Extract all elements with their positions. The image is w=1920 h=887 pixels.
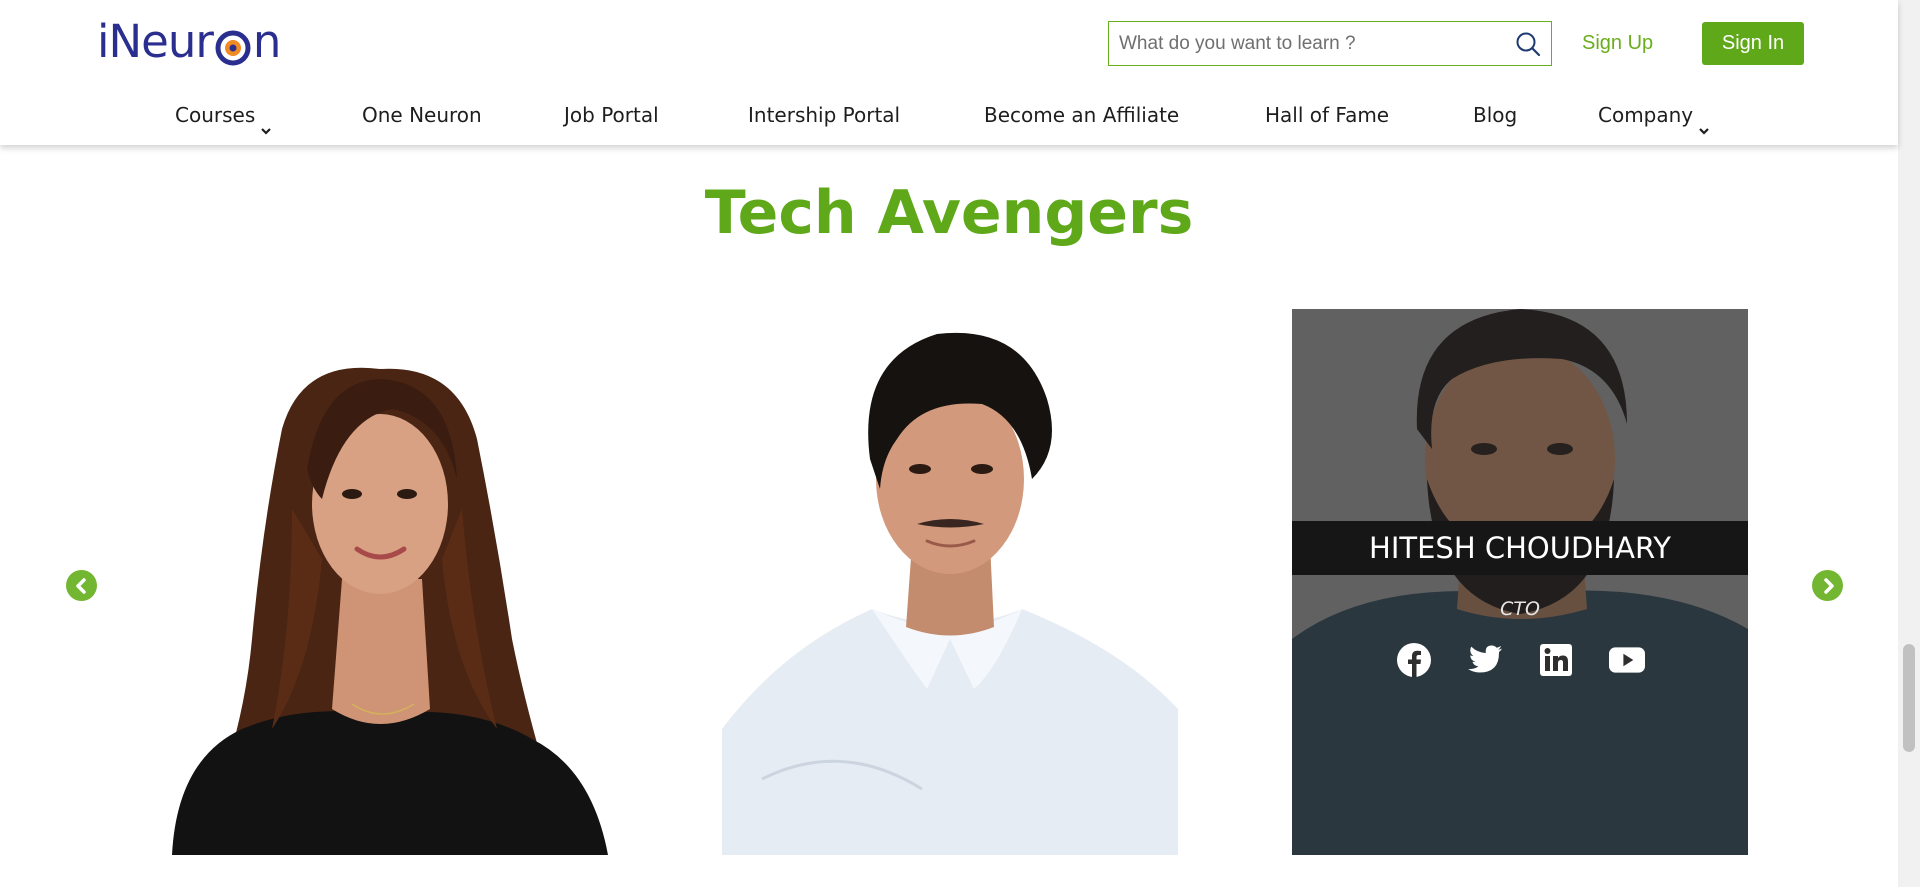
nav-item-become-affiliate[interactable]: Become an Affiliate: [984, 96, 1179, 134]
carousel-next-button[interactable]: [1812, 570, 1843, 601]
facebook-icon[interactable]: [1396, 642, 1432, 678]
logo-ring-icon: [214, 25, 252, 66]
nav-item-courses[interactable]: Courses: [175, 96, 272, 135]
social-links: [1292, 642, 1748, 678]
linkedin-icon[interactable]: [1538, 642, 1574, 678]
site-header: iNeur n What do you want to learn ? Sign…: [0, 0, 1898, 145]
nav-item-company[interactable]: Company: [1598, 96, 1709, 135]
search-box[interactable]: What do you want to learn ?: [1108, 21, 1552, 66]
team-card-1[interactable]: [152, 309, 608, 855]
search-input[interactable]: What do you want to learn ?: [1109, 33, 1505, 55]
nav-item-label: Become an Affiliate: [984, 103, 1180, 127]
nav-item-label: Job Portal: [564, 103, 659, 127]
section-title: Tech Avengers: [704, 178, 1194, 248]
team-member-photo: [152, 309, 608, 855]
card-hover-overlay: [1292, 309, 1748, 855]
nav-item-hall-of-fame[interactable]: Hall of Fame: [1265, 96, 1389, 134]
youtube-icon[interactable]: [1608, 642, 1645, 678]
chevron-left-icon: [75, 577, 86, 594]
sign-in-button[interactable]: Sign In: [1702, 22, 1804, 65]
nav-item-label: Company: [1598, 103, 1694, 127]
team-card-2[interactable]: [722, 309, 1178, 855]
nav-item-label: Hall of Fame: [1265, 103, 1390, 127]
search-icon[interactable]: [1505, 31, 1551, 57]
chevron-right-icon: [1823, 577, 1834, 594]
scrollbar-thumb[interactable]: [1903, 644, 1915, 752]
nav-item-intership-portal[interactable]: Intership Portal: [748, 96, 900, 134]
nav-item-label: Blog: [1473, 103, 1518, 127]
nav-item-label: One Neuron: [362, 103, 482, 127]
team-member-photo: [722, 309, 1178, 855]
nav-item-job-portal[interactable]: Job Portal: [564, 96, 659, 134]
logo-text-right: n: [252, 14, 282, 68]
twitter-icon[interactable]: [1467, 642, 1503, 678]
nav-item-label: Courses: [175, 103, 256, 127]
carousel-prev-button[interactable]: [66, 570, 97, 601]
chevron-down-icon: [261, 110, 272, 135]
main-nav: Courses One Neuron Job Portal Intership …: [0, 96, 1898, 136]
nav-item-blog[interactable]: Blog: [1473, 96, 1517, 134]
team-member-role: CTO: [1500, 598, 1540, 620]
nav-item-label: Intership Portal: [748, 103, 901, 127]
sign-up-link[interactable]: Sign Up: [1582, 28, 1653, 58]
nav-item-one-neuron[interactable]: One Neuron: [362, 96, 482, 134]
team-card-3[interactable]: HITESH CHOUDHARY CTO: [1292, 309, 1748, 855]
team-member-name: HITESH CHOUDHARY: [1292, 521, 1748, 575]
page-scrollbar[interactable]: [1898, 0, 1920, 887]
ineuron-logo[interactable]: iNeur n: [97, 14, 282, 68]
logo-text-left: iNeur: [97, 14, 214, 68]
chevron-down-icon: [1699, 110, 1709, 135]
